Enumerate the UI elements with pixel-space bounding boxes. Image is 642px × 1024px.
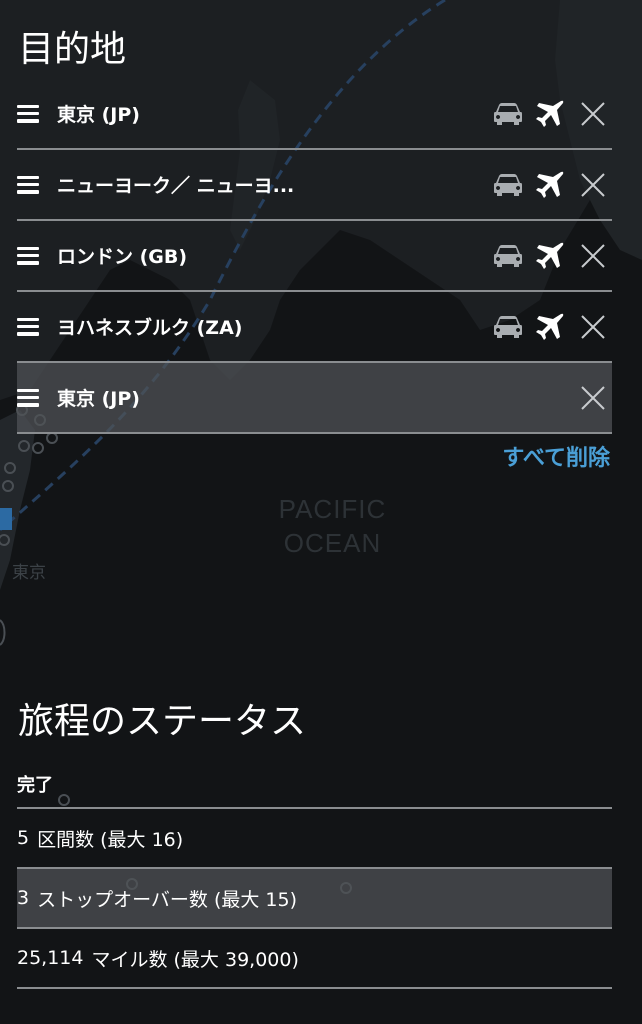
- destination-row[interactable]: ニューヨーク／ ニューヨ...: [17, 150, 612, 221]
- car-icon[interactable]: [492, 171, 524, 199]
- city-label: 東京: [12, 563, 46, 583]
- status-segments-row: 5 区間数 (最大 16): [17, 809, 612, 869]
- ocean-label-line1: PACIFIC: [278, 494, 387, 524]
- status-list: 完了 5 区間数 (最大 16) 3 ストップオーバー数 (最大 15) 25,…: [17, 760, 612, 989]
- row-actions: [492, 221, 612, 290]
- destination-name: 東京 (JP): [57, 104, 140, 126]
- close-icon[interactable]: [578, 383, 608, 413]
- destination-name: ヨハネスブルク (ZA): [57, 317, 243, 339]
- row-actions: [492, 150, 612, 219]
- ocean-label-line2: OCEAN: [283, 528, 382, 558]
- destination-row[interactable]: ヨハネスブルク (ZA): [17, 292, 612, 363]
- clear-all-link[interactable]: すべて削除: [502, 440, 610, 472]
- close-icon[interactable]: [578, 99, 608, 129]
- car-icon[interactable]: [492, 242, 524, 270]
- row-actions: [492, 292, 612, 361]
- itinerary-status-title: 旅程のステータス: [18, 701, 307, 742]
- destination-name: ロンドン (GB): [57, 246, 188, 268]
- stopovers-label: ストップオーバー数 (最大 15): [37, 888, 297, 911]
- close-icon[interactable]: [578, 170, 608, 200]
- destination-row[interactable]: ロンドン (GB): [17, 221, 612, 292]
- destination-row[interactable]: 東京 (JP): [17, 79, 612, 150]
- close-icon[interactable]: [578, 241, 608, 271]
- plane-icon[interactable]: [534, 169, 566, 201]
- destination-list: 東京 (JP) ニューヨーク／ ニューヨ... ロンドン (GB) ヨハネスブル…: [17, 79, 612, 434]
- ocean-label: PACIFIC OCEAN: [270, 492, 395, 560]
- car-icon[interactable]: [492, 313, 524, 341]
- row-actions: [492, 79, 612, 148]
- plane-icon[interactable]: [534, 240, 566, 272]
- row-actions: [578, 363, 612, 432]
- segments-count: 5: [17, 827, 30, 849]
- drag-handle-icon[interactable]: [17, 246, 39, 265]
- car-icon[interactable]: [492, 100, 524, 128]
- miles-label: マイル数 (最大 39,000): [91, 948, 299, 971]
- drag-handle-icon[interactable]: [17, 104, 39, 123]
- destination-name: ニューヨーク／ ニューヨ...: [57, 175, 295, 197]
- drag-handle-icon[interactable]: [17, 388, 39, 407]
- destination-name: 東京 (JP): [57, 388, 140, 410]
- destinations-title: 目的地: [18, 29, 127, 70]
- plane-icon[interactable]: [534, 98, 566, 130]
- drag-handle-icon[interactable]: [17, 317, 39, 336]
- status-stopovers-row: 3 ストップオーバー数 (最大 15): [17, 869, 612, 929]
- status-state: 完了: [17, 760, 612, 809]
- plane-icon[interactable]: [534, 311, 566, 343]
- close-icon[interactable]: [578, 312, 608, 342]
- stopovers-count: 3: [17, 887, 30, 909]
- segments-label: 区間数 (最大 16): [37, 828, 184, 851]
- destination-row-final[interactable]: 東京 (JP): [17, 363, 612, 434]
- miles-count: 25,114: [17, 947, 84, 969]
- status-miles-row: 25,114 マイル数 (最大 39,000): [17, 929, 612, 989]
- drag-handle-icon[interactable]: [17, 175, 39, 194]
